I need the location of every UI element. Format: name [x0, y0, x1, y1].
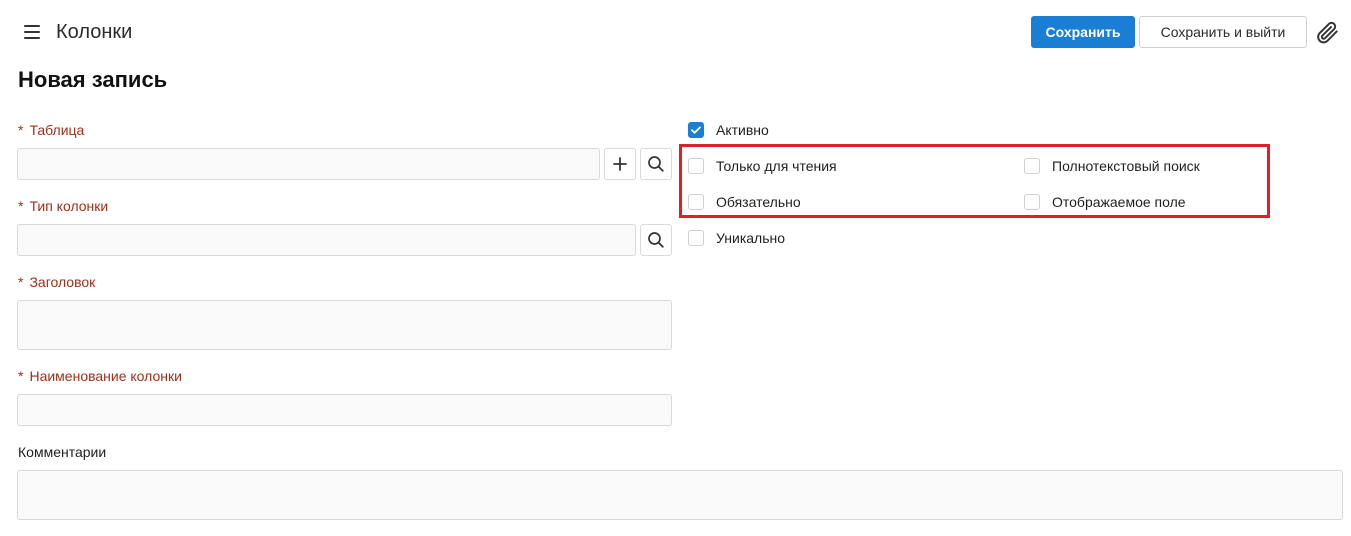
search-table-button[interactable] [640, 148, 672, 180]
column-type-label: * Тип колонки [18, 197, 108, 215]
required-mark: * [18, 198, 24, 214]
table-input[interactable] [17, 148, 600, 180]
save-button[interactable]: Сохранить [1031, 16, 1135, 48]
table-label: * Таблица [18, 121, 84, 139]
caption-label: * Заголовок [18, 273, 95, 291]
column-name-label: * Наименование колонки [18, 367, 182, 385]
caption-textarea[interactable] [17, 300, 672, 350]
comments-textarea[interactable] [17, 470, 1343, 520]
page-title: Новая запись [18, 67, 168, 92]
required-mark: * [18, 122, 24, 138]
unique-checkbox[interactable] [688, 230, 704, 246]
app-title: Колонки [56, 21, 133, 43]
required-mark: * [18, 274, 24, 290]
caption-label-text: Заголовок [29, 274, 96, 290]
unique-checkbox-row[interactable]: Уникально [688, 228, 785, 248]
active-checkbox-row[interactable]: Активно [688, 120, 769, 140]
menu-icon[interactable] [22, 23, 42, 41]
column-type-label-text: Тип колонки [29, 198, 109, 214]
search-icon [648, 232, 664, 248]
unique-label: Уникально [716, 230, 786, 246]
column-name-label-text: Наименование колонки [29, 368, 182, 384]
column-type-input[interactable] [17, 224, 636, 256]
comments-label: Комментарии [18, 444, 107, 460]
column-name-input[interactable] [17, 394, 672, 426]
paperclip-icon[interactable] [1314, 19, 1340, 45]
plus-icon [613, 157, 627, 171]
active-label: Активно [716, 122, 769, 138]
checkmark-icon [691, 126, 701, 134]
active-checkbox[interactable] [688, 122, 704, 138]
search-icon [648, 156, 664, 172]
table-label-text: Таблица [29, 122, 85, 138]
search-column-type-button[interactable] [640, 224, 672, 256]
add-table-button[interactable] [604, 148, 636, 180]
highlight-annotation-box [679, 144, 1270, 218]
save-and-exit-button[interactable]: Сохранить и выйти [1139, 16, 1307, 48]
required-mark: * [18, 368, 24, 384]
